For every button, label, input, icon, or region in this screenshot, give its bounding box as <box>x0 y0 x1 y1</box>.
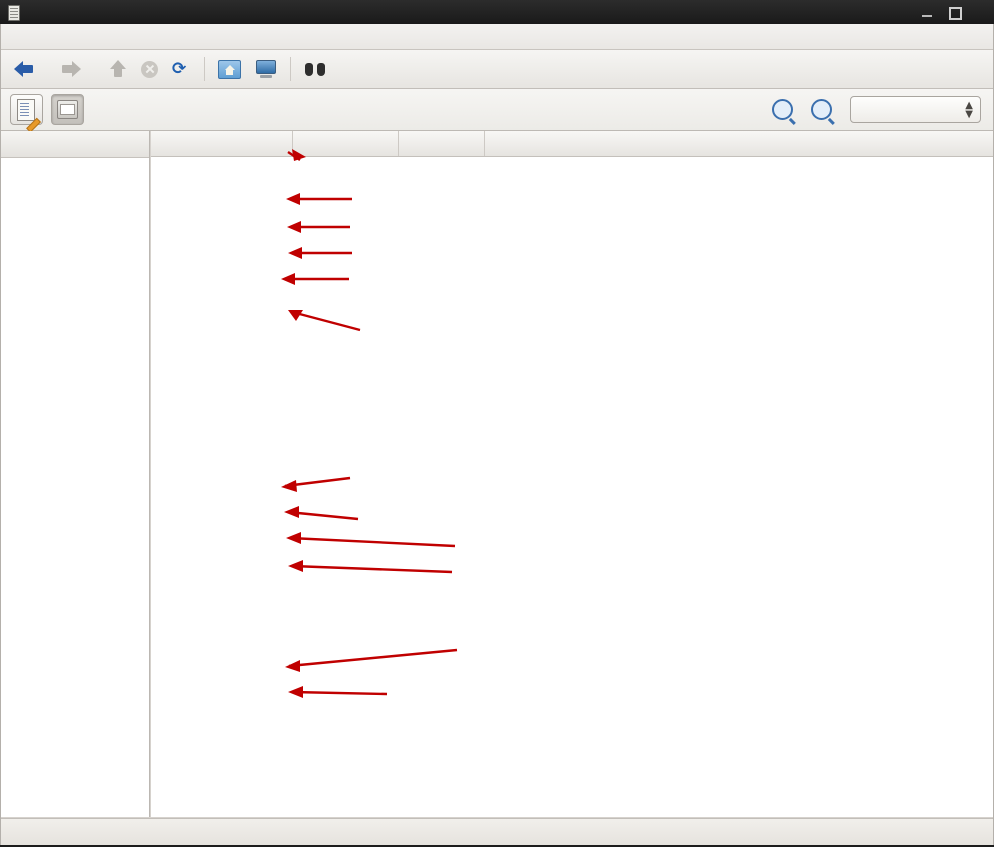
up-button[interactable] <box>104 56 133 82</box>
places-sidebar <box>1 131 150 817</box>
menu-file[interactable] <box>8 34 26 40</box>
minimize-button[interactable] <box>921 6 934 19</box>
chevron-updown-icon: ▲ ▼ <box>965 99 973 120</box>
secondary-toolbar: ▲ ▼ <box>0 89 994 131</box>
status-bar <box>0 818 994 845</box>
home-button[interactable] <box>212 56 247 83</box>
close-button[interactable] <box>975 6 988 19</box>
zoom-controls <box>772 99 832 120</box>
maximize-button[interactable] <box>948 6 962 20</box>
window-frame-left <box>0 24 1 845</box>
pencil-icon <box>29 110 41 122</box>
places-header <box>1 131 149 158</box>
toolbar-separator-2 <box>290 57 291 81</box>
computer-button[interactable] <box>249 56 283 82</box>
toggle-sidebar-button[interactable] <box>51 94 84 125</box>
column-header-name[interactable] <box>151 131 293 156</box>
title-bar <box>0 0 994 25</box>
sidebar-panel-icon <box>57 100 78 119</box>
column-header-size[interactable] <box>293 131 399 156</box>
menu-go[interactable] <box>62 34 80 40</box>
menu-bookmarks[interactable] <box>80 34 98 40</box>
menu-edit[interactable] <box>26 34 44 40</box>
view-mode-select[interactable]: ▲ ▼ <box>850 96 981 123</box>
home-icon <box>218 59 241 79</box>
zoom-in-icon[interactable] <box>811 99 832 120</box>
navigation-toolbar: ⟳ <box>0 50 994 89</box>
stop-icon <box>141 60 158 78</box>
column-header-type[interactable] <box>399 131 485 156</box>
toolbar-separator <box>204 57 205 81</box>
back-arrow-icon <box>14 61 33 78</box>
reload-icon: ⟳ <box>172 58 187 79</box>
computer-icon <box>255 60 277 78</box>
reload-button[interactable]: ⟳ <box>166 57 197 82</box>
back-button[interactable] <box>8 57 44 82</box>
stop-button[interactable] <box>135 57 164 82</box>
column-header-date[interactable] <box>485 131 993 156</box>
search-binoculars-icon <box>304 60 326 78</box>
file-browser-icon <box>5 4 21 21</box>
menu-tabs[interactable] <box>98 34 116 40</box>
file-browser-window: ⟳ ▲ ▼ <box>0 0 994 847</box>
up-arrow-icon <box>110 60 127 78</box>
search-button[interactable] <box>298 56 332 82</box>
menu-view[interactable] <box>44 34 62 40</box>
forward-button[interactable] <box>56 57 92 82</box>
file-list-panel <box>151 131 993 817</box>
menu-bar <box>0 24 994 50</box>
edit-location-button[interactable] <box>10 94 43 125</box>
zoom-out-icon[interactable] <box>772 99 793 120</box>
menu-help[interactable] <box>116 34 134 40</box>
forward-arrow-icon <box>62 60 81 78</box>
column-headers <box>151 131 993 157</box>
window-controls <box>921 0 988 24</box>
